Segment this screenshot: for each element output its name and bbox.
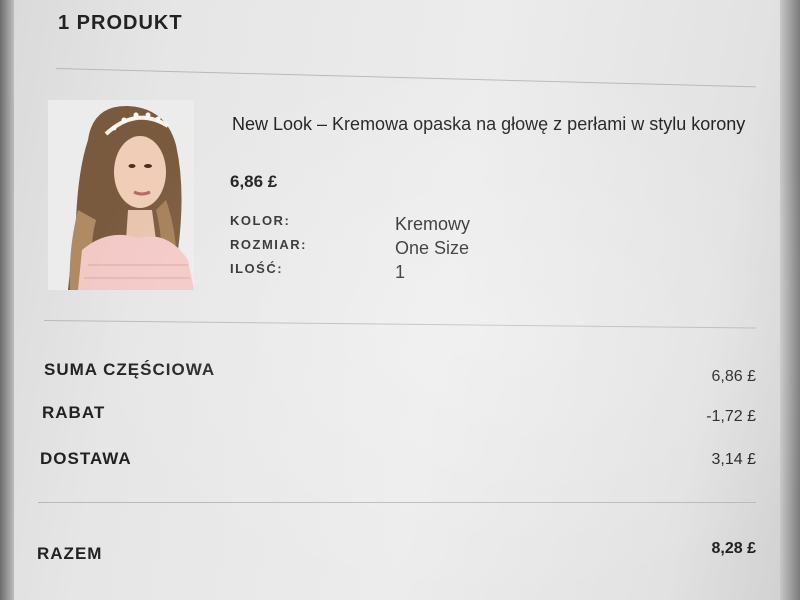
subtotal-label: SUMA CZĘŚCIOWA bbox=[44, 360, 216, 379]
shipping-label: DOSTAWA bbox=[40, 449, 132, 468]
quantity-value: 1 bbox=[395, 262, 406, 282]
divider-middle bbox=[43, 320, 756, 329]
shipping-value: 3,14 £ bbox=[711, 451, 756, 468]
divider-bottom bbox=[38, 502, 756, 503]
total-label: RAZEM bbox=[37, 544, 103, 563]
divider-top bbox=[55, 68, 756, 88]
product-price: 6,86 £ bbox=[230, 172, 278, 191]
quantity-label: ILOŚĆ: bbox=[230, 261, 284, 276]
model-photo-illustration bbox=[48, 100, 194, 290]
product-count-heading: 1 PRODUKT bbox=[58, 12, 183, 34]
order-summary-panel: 1 PRODUKT New Look – Kremowa opaska na g… bbox=[0, 0, 800, 600]
product-name-link[interactable]: New Look – Kremowa opaska na głowę z per… bbox=[232, 112, 762, 136]
monitor-bezel-left bbox=[0, 0, 14, 600]
subtotal-value: 6,86 £ bbox=[711, 368, 756, 385]
product-image[interactable] bbox=[48, 100, 194, 290]
size-label: ROZMIAR: bbox=[230, 237, 307, 252]
color-value: Kremowy bbox=[395, 214, 471, 234]
discount-value: -1,72 £ bbox=[706, 408, 756, 425]
monitor-bezel-right bbox=[780, 0, 800, 600]
total-value: 8,28 £ bbox=[711, 540, 756, 557]
color-label: KOLOR: bbox=[230, 213, 291, 228]
size-value: One Size bbox=[395, 238, 470, 258]
discount-label: RABAT bbox=[42, 403, 106, 422]
